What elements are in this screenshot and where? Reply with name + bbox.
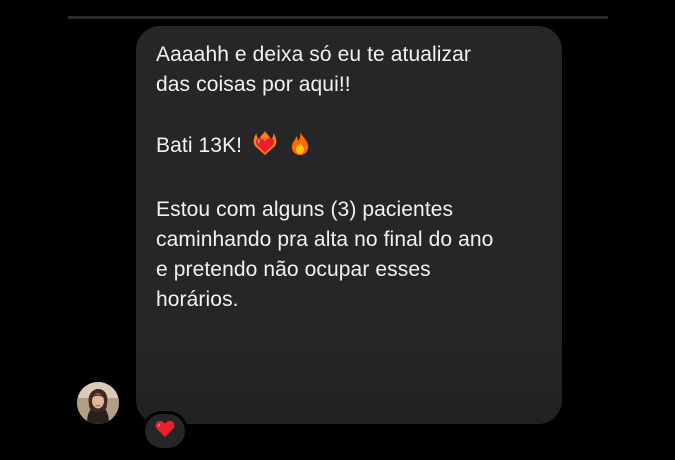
fire-icon bbox=[288, 130, 312, 165]
message-line: Estou com alguns (3) pacientes bbox=[156, 198, 454, 221]
chat-screen: Aaaahh e deixa só eu te atualizar das co… bbox=[0, 0, 675, 460]
message-paragraph-1: Aaaahh e deixa só eu te atualizar das co… bbox=[156, 40, 542, 100]
message-line: Bati 13K! bbox=[156, 134, 243, 157]
message-line: caminhando pra alta no final do ano bbox=[156, 228, 494, 251]
message-line: horários. bbox=[156, 288, 239, 311]
heart-on-fire-icon bbox=[252, 130, 278, 165]
message-bubble[interactable]: Aaaahh e deixa só eu te atualizar das co… bbox=[136, 26, 562, 424]
bubble-fade bbox=[136, 334, 562, 424]
message-line: das coisas por aqui!! bbox=[156, 73, 351, 96]
message-line: e pretendo não ocupar esses bbox=[156, 258, 431, 281]
heart-icon bbox=[155, 420, 175, 443]
avatar[interactable] bbox=[77, 382, 119, 424]
message-text: Aaaahh e deixa só eu te atualizar das co… bbox=[156, 40, 542, 315]
top-divider bbox=[68, 16, 608, 19]
message-line: Aaaahh e deixa só eu te atualizar bbox=[156, 43, 472, 66]
reaction-badge[interactable] bbox=[142, 411, 188, 451]
message-paragraph-3: Estou com alguns (3) pacientes caminhand… bbox=[156, 195, 542, 315]
message-paragraph-2: Bati 13K! bbox=[156, 130, 542, 165]
